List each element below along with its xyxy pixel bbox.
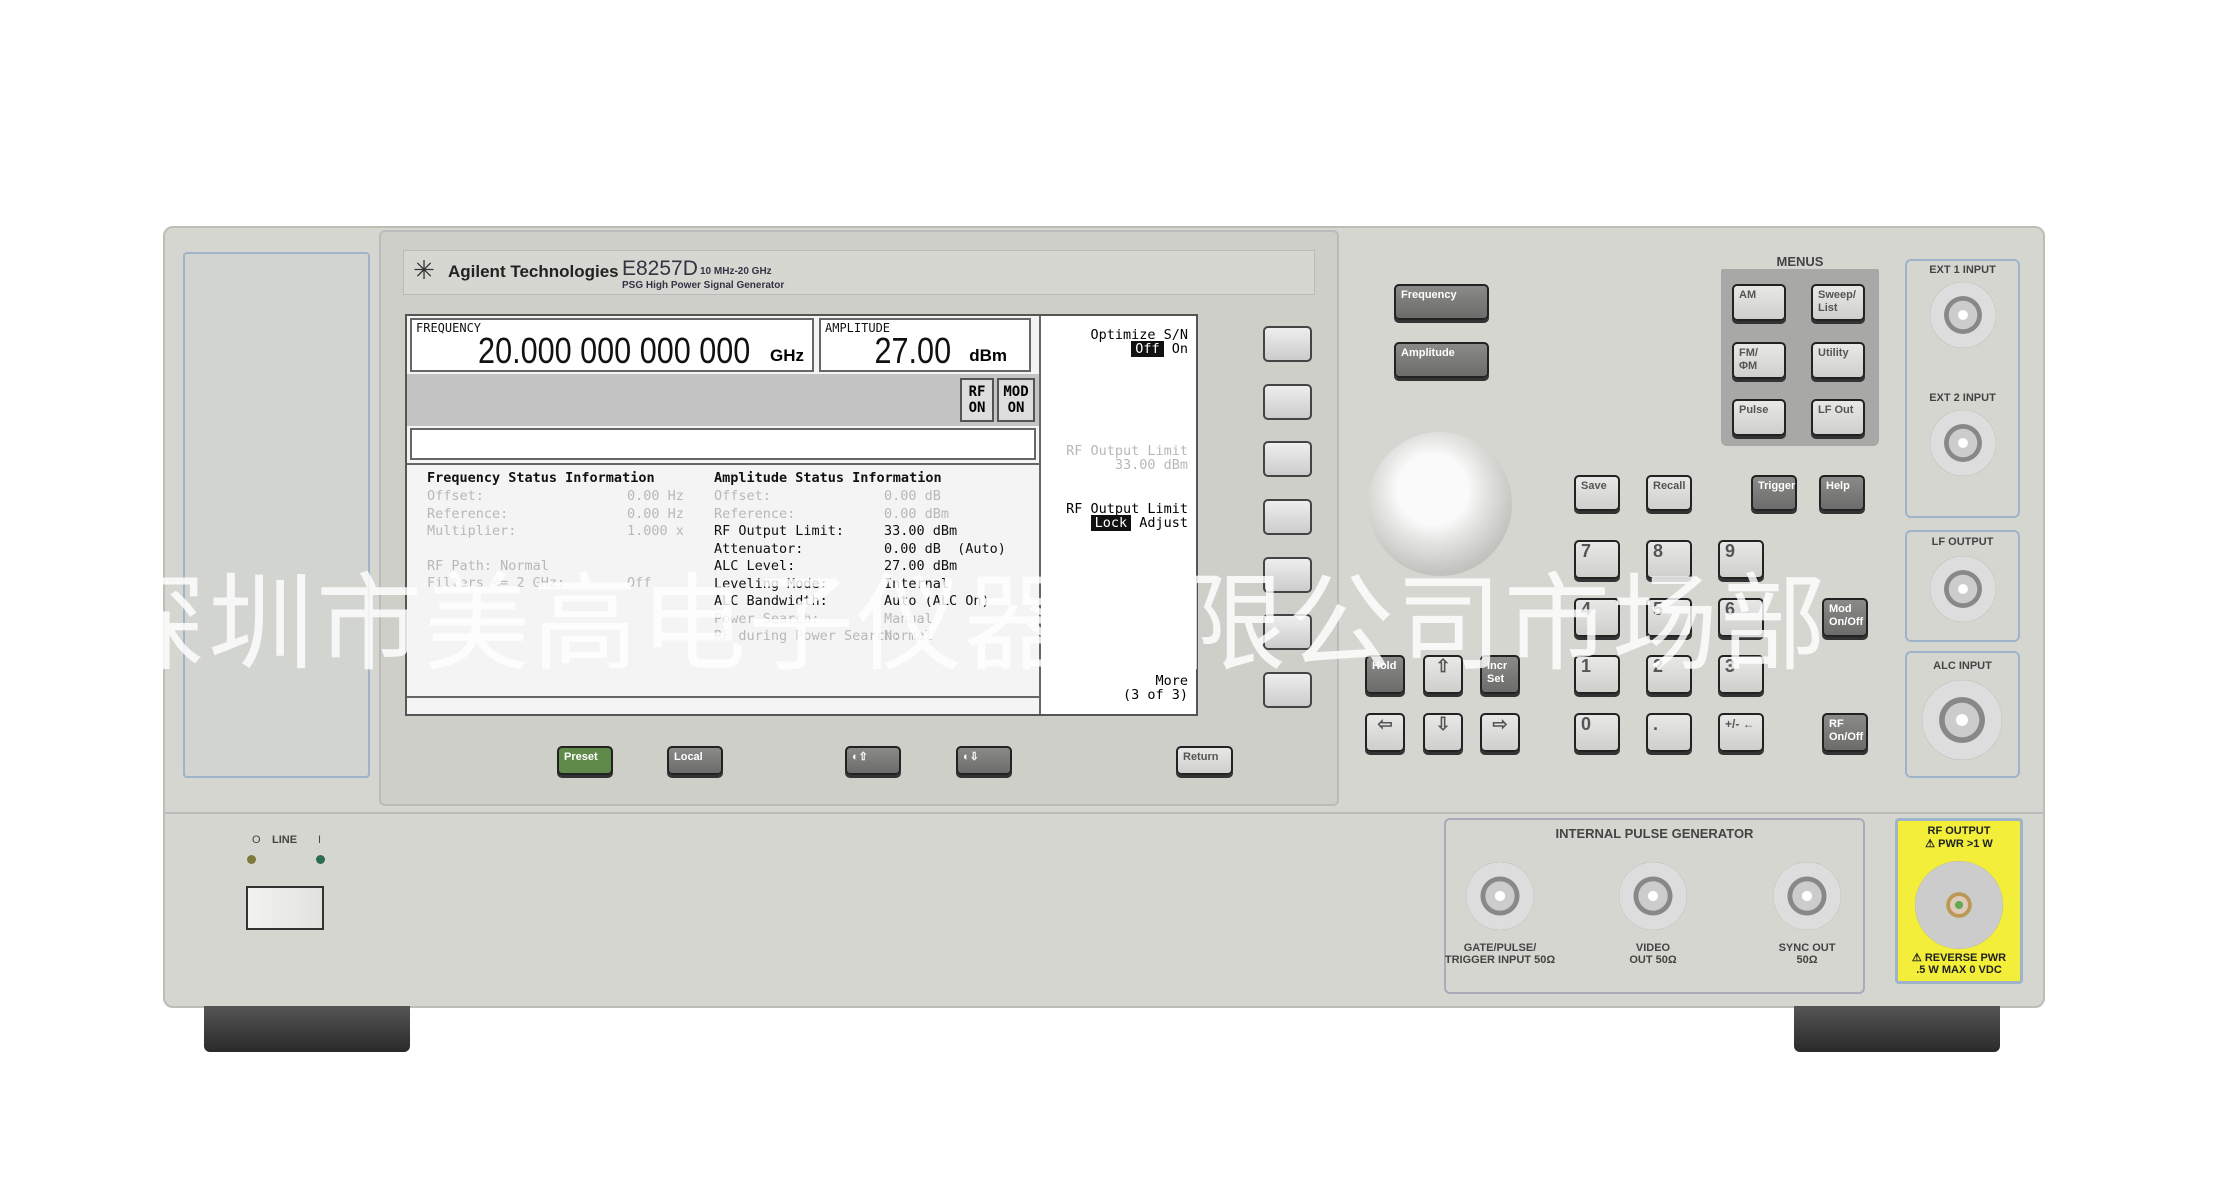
softkey-button-3[interactable]	[1263, 441, 1312, 477]
video-label: VIDEO OUT 50Ω	[1629, 942, 1677, 966]
menu-key[interactable]: Pulse	[1732, 399, 1786, 436]
menu-key[interactable]: AM	[1732, 284, 1786, 321]
arrow-down-key[interactable]: ⇩	[1423, 713, 1463, 752]
divider	[407, 696, 1039, 698]
trigger-key[interactable]: Trigger	[1751, 475, 1797, 511]
softkey-button-2[interactable]	[1263, 384, 1312, 420]
message-bar	[410, 428, 1036, 460]
softkey-button-4[interactable]	[1263, 499, 1312, 535]
watermark: 深圳市美高电子仪器有限公司市场部	[100, 566, 1828, 684]
model-description: PSG High Power Signal Generator	[622, 280, 785, 291]
arrow-left-key[interactable]: ⇦	[1365, 713, 1405, 752]
help-key[interactable]: Help	[1819, 475, 1865, 511]
frequency-label: FREQUENCY	[416, 321, 482, 335]
arrow-right-icon: ⇨	[1492, 714, 1508, 734]
line-label: LINE	[272, 834, 298, 846]
menu-key[interactable]: LF Out	[1811, 399, 1865, 436]
power-led	[316, 855, 325, 864]
ext2-label: EXT 2 INPUT	[1929, 392, 1996, 404]
warning-icon: ⚠	[1911, 952, 1922, 964]
foot-right	[1794, 1006, 2000, 1052]
return-button[interactable]: Return	[1176, 746, 1233, 775]
divider	[163, 812, 2045, 814]
frequency-range: 10 MHz-20 GHz	[700, 266, 772, 277]
menu-key[interactable]: FM/ ΦM	[1732, 342, 1786, 379]
status-row: Reference: 0.00 Hz	[427, 505, 684, 522]
arrow-down-icon: ⇩	[1435, 714, 1451, 734]
keypad-key[interactable]: 0	[1574, 713, 1620, 752]
status-row: Offset: 0.00 Hz	[427, 488, 684, 504]
reverse-power-limit: .5 W MAX 0 VDC	[1916, 964, 2002, 976]
amplitude-value: 27.00	[874, 330, 951, 371]
arrow-left-icon: ⇦	[1377, 714, 1393, 734]
contrast-down-button[interactable]: ◐⇩	[956, 746, 1012, 775]
pulse-generator-label: INTERNAL PULSE GENERATOR	[1555, 826, 1754, 841]
softkey-rf-output-limit-mode[interactable]: RF Output Limit Lock Adjust	[1066, 502, 1188, 531]
brand-name: Agilent Technologies	[448, 262, 619, 281]
softkey-rf-output-limit-value[interactable]: RF Output Limit 33.00 dBm	[1066, 444, 1188, 472]
freq-status-title: Frequency Status Information	[427, 470, 655, 486]
keypad-key[interactable]: +/- ←	[1718, 713, 1764, 752]
amplitude-unit: dBm	[969, 346, 1007, 365]
recall-key[interactable]: Recall	[1646, 475, 1692, 511]
mod-on-indicator: MOD ON	[997, 378, 1035, 422]
softkey-optimize-sn[interactable]: Optimize S/N Off On	[1090, 328, 1188, 357]
model-number: E8257D	[622, 257, 698, 280]
power-off-mark: O	[252, 834, 261, 846]
warning-icon: ⚠	[1925, 838, 1936, 850]
frequency-box: FREQUENCY 20.000 000 000 000 GHz	[410, 318, 814, 372]
keypad-key[interactable]: .	[1646, 713, 1692, 752]
ext1-label: EXT 1 INPUT	[1929, 264, 1996, 276]
rf-output-connector	[1915, 861, 2003, 949]
frequency-value: 20.000 000 000 000	[477, 330, 750, 371]
rf-output-label: RF OUTPUT	[1927, 825, 1991, 837]
gate-label: GATE/PULSE/ TRIGGER INPUT 50Ω	[1444, 942, 1556, 966]
reverse-power-label: REVERSE PWR	[1924, 952, 2007, 964]
left-blank-panel	[183, 252, 370, 778]
save-key[interactable]: Save	[1574, 475, 1620, 511]
power-switch[interactable]	[246, 886, 324, 930]
amplitude-box: AMPLITUDE 27.00 dBm	[819, 318, 1031, 372]
arrow-right-key[interactable]: ⇨	[1480, 713, 1520, 752]
alc-input-connector	[1922, 680, 2002, 760]
status-row: Offset: 0.00 dB	[714, 488, 941, 504]
power-on-mark: I	[318, 834, 322, 846]
menu-key[interactable]: Sweep/ List	[1811, 284, 1865, 321]
frequency-key[interactable]: Frequency	[1394, 284, 1489, 320]
rf-on-indicator: RF ON	[960, 378, 994, 422]
agilent-logo-icon: ✳	[413, 255, 435, 285]
sync-out-connector	[1773, 862, 1841, 930]
rf-output-panel: RF OUTPUT ⚠ PWR >1 W ⚠ REVERSE PWR .5 W …	[1895, 818, 2023, 984]
ext1-connector	[1930, 282, 1996, 348]
annunciator-row: RF ON MOD ON	[407, 374, 1039, 426]
ext2-connector	[1930, 410, 1996, 476]
local-button[interactable]: Local	[667, 746, 723, 775]
video-out-connector	[1619, 862, 1687, 930]
foot-left	[204, 1006, 410, 1052]
sync-label: SYNC OUT 50Ω	[1778, 942, 1836, 966]
status-row: Reference: 0.00 dBm	[714, 505, 950, 522]
preset-button[interactable]: Preset	[557, 746, 613, 775]
rf-warning-label: PWR >1 W	[1938, 838, 1993, 850]
rf-onoff-key[interactable]: RF On/Off	[1822, 713, 1868, 752]
standby-led	[247, 855, 256, 864]
amp-status-title: Amplitude Status Information	[714, 470, 942, 486]
menu-key[interactable]: Utility	[1811, 342, 1865, 379]
amplitude-key[interactable]: Amplitude	[1394, 342, 1489, 378]
contrast-up-button[interactable]: ◐⇧	[845, 746, 901, 775]
gate-connector	[1466, 862, 1534, 930]
softkey-button-1[interactable]	[1263, 326, 1312, 362]
menus-title: MENUS	[1721, 254, 1879, 269]
divider	[407, 463, 1039, 465]
frequency-unit: GHz	[770, 346, 804, 365]
